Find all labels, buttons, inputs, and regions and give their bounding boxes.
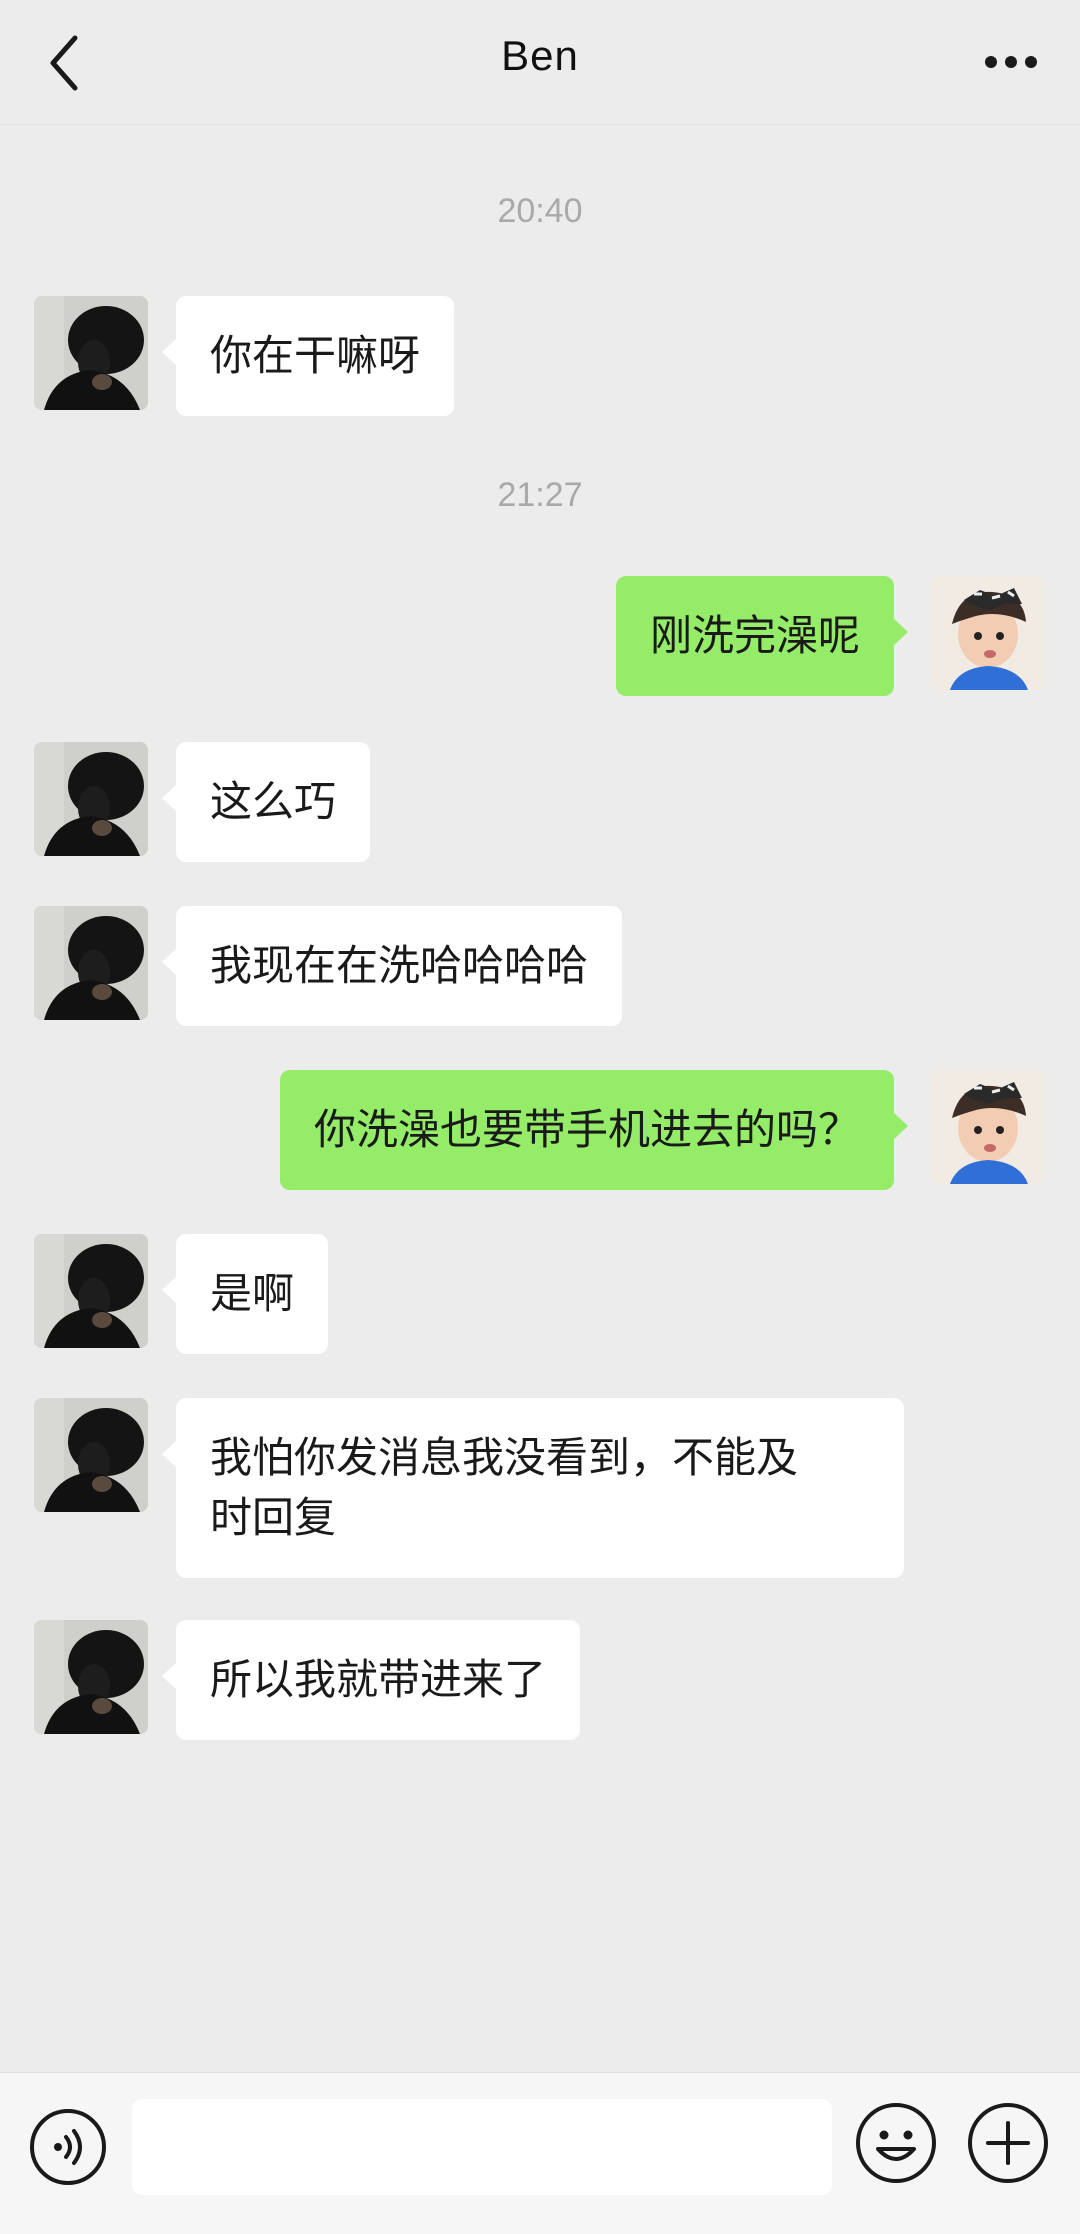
avatar-me-image (930, 576, 1044, 690)
avatar-me[interactable] (930, 1070, 1044, 1184)
voice-button[interactable] (28, 2107, 108, 2187)
message-bubble-incoming[interactable]: 我现在在洗哈哈哈哈 (161, 906, 623, 1026)
timestamp: 21:27 (497, 476, 583, 514)
chat-screen: Ben 20:40 你在干嘛呀 21:27 刚洗完澡呢 这么巧 我现在在洗哈哈哈… (0, 0, 1080, 2234)
message-input[interactable] (132, 2099, 832, 2195)
emoji-icon (856, 2103, 936, 2183)
input-bar (0, 2072, 1080, 2234)
message-bubble-incoming[interactable]: 所以我就带进来了 (161, 1620, 581, 1740)
avatar-ben-image (34, 742, 148, 856)
emoji-button[interactable] (854, 2101, 938, 2185)
avatar-ben-image (34, 1620, 148, 1734)
message-bubble-outgoing[interactable]: 你洗澡也要带手机进去的吗？ (279, 1070, 909, 1190)
message-bubble-incoming[interactable]: 这么巧 (161, 742, 371, 862)
avatar-ben-image (34, 1398, 148, 1512)
chat-title: Ben (501, 32, 579, 79)
more-button[interactable] (976, 34, 1046, 90)
chat-header: Ben (0, 0, 1080, 125)
plus-icon (968, 2103, 1048, 2183)
avatar-ben[interactable] (34, 1398, 148, 1512)
message-bubble-outgoing[interactable]: 刚洗完澡呢 (615, 576, 909, 696)
more-dots-icon (985, 56, 1037, 68)
message-bubble-incoming[interactable]: 我怕你发消息我没看到，不能及 时回复 (162, 1398, 904, 1578)
avatar-ben[interactable] (34, 296, 148, 410)
voice-icon (30, 2109, 106, 2185)
message-bubble-incoming[interactable]: 是啊 (161, 1234, 329, 1354)
avatar-ben-image (34, 296, 148, 410)
avatar-me-image (930, 1070, 1044, 1184)
avatar-ben[interactable] (34, 1234, 148, 1348)
timestamp: 20:40 (497, 192, 583, 230)
avatar-ben[interactable] (34, 1620, 148, 1734)
plus-button[interactable] (966, 2101, 1050, 2185)
avatar-ben[interactable] (34, 742, 148, 856)
message-bubble-incoming[interactable]: 你在干嘛呀 (161, 296, 455, 416)
avatar-ben-image (34, 906, 148, 1020)
avatar-ben-image (34, 1234, 148, 1348)
avatar-me[interactable] (930, 576, 1044, 690)
avatar-ben[interactable] (34, 906, 148, 1020)
